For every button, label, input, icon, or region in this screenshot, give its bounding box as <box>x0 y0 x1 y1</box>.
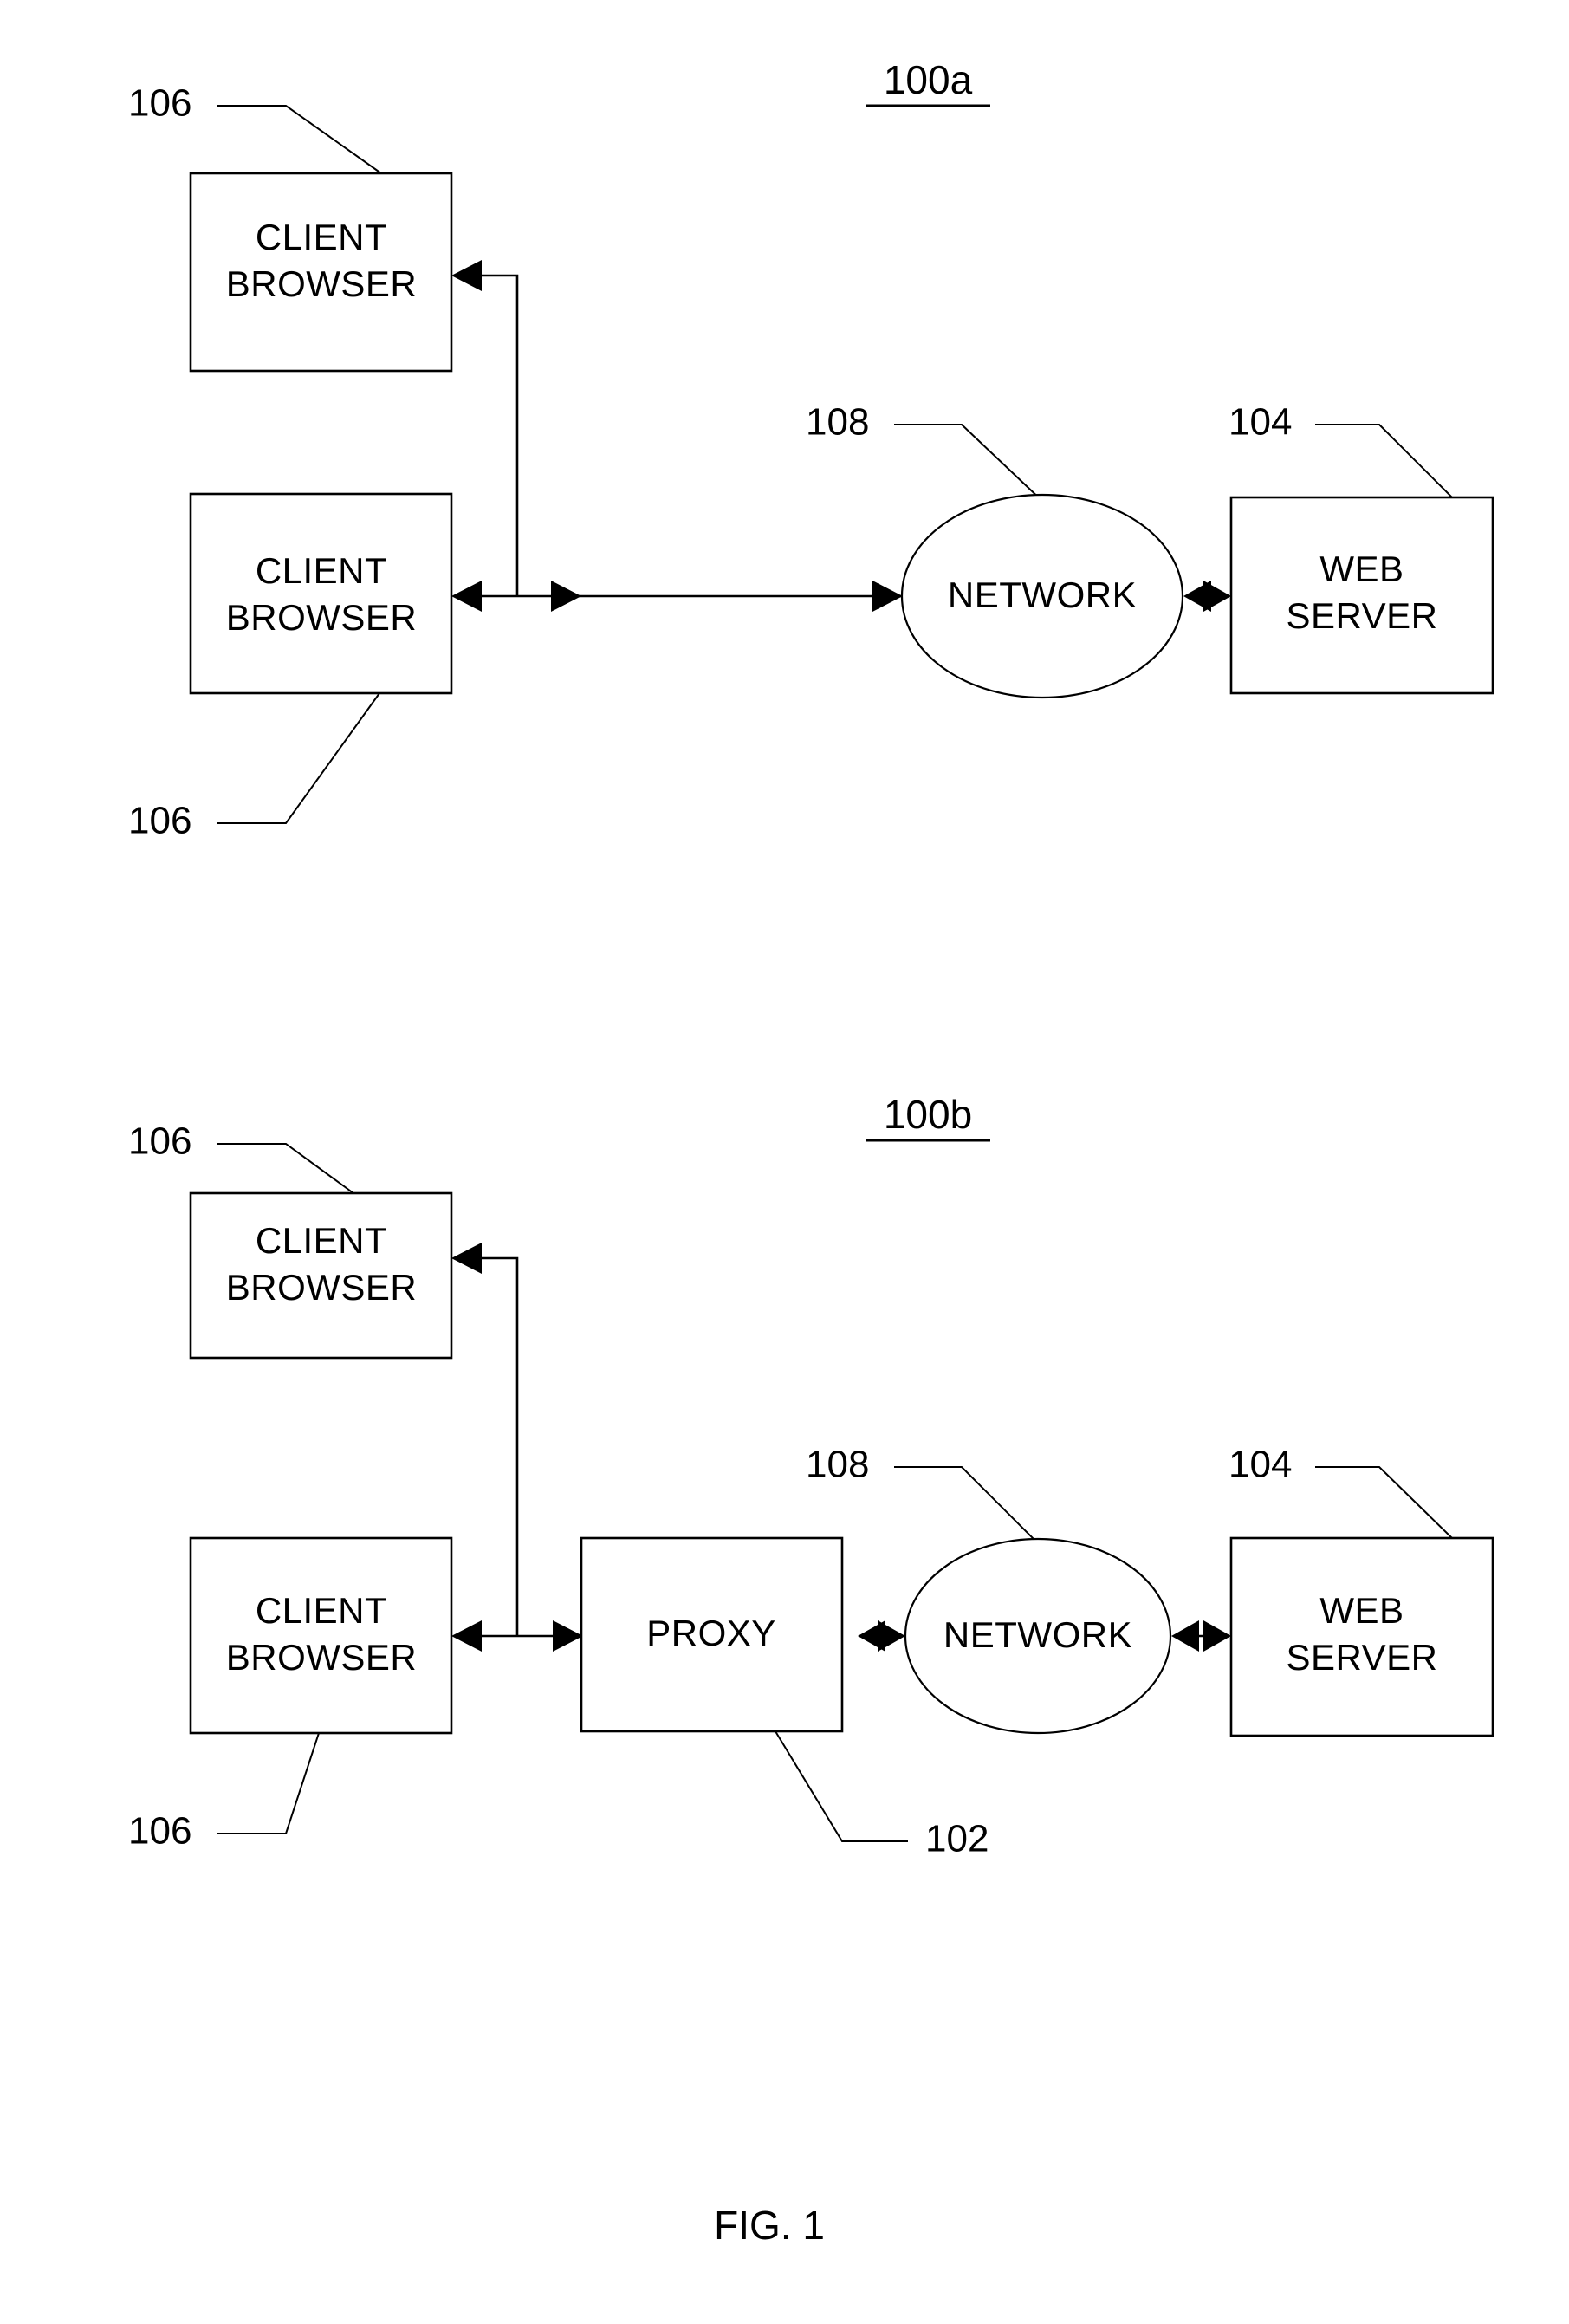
ref-numeral-106-bottom-a: 106 <box>128 800 191 842</box>
leader-line-102-b <box>775 1730 908 1842</box>
node-client-browser-top-b-line2: BROWSER <box>226 1267 418 1308</box>
arrowhead-to-webserver-a <box>1203 581 1231 612</box>
ref-numeral-108-b: 108 <box>806 1444 869 1486</box>
ref-numeral-108-a: 108 <box>806 401 869 444</box>
node-web-server-b-line2: SERVER <box>1287 1637 1438 1678</box>
diagram-title-100a: 100a <box>884 57 973 102</box>
node-client-browser-bottom-b-line1: CLIENT <box>256 1590 387 1631</box>
diagram-100b: 100b 106 CLIENT BROWSER CLIENT BROWSER 1… <box>128 1092 1494 1860</box>
leader-line-106-bottom-b <box>217 1732 320 1834</box>
arrowhead-to-proxy-b <box>553 1620 583 1652</box>
leader-line-106-top-a <box>217 105 382 174</box>
patent-figure: 100a 106 CLIENT BROWSER CLIENT BROWSER 1… <box>0 0 1569 2324</box>
figure-caption: FIG. 1 <box>714 2203 825 2248</box>
arrowhead-to-network-b <box>878 1620 905 1652</box>
arrowhead-to-webserver-b <box>1203 1620 1231 1652</box>
arrowhead-to-client-bottom-a <box>451 581 482 612</box>
arrowhead-to-client-bottom-b <box>451 1620 482 1652</box>
node-client-browser-bottom-a <box>189 492 453 695</box>
leader-line-104-a <box>1315 424 1453 498</box>
leader-line-108-a <box>894 424 1045 503</box>
node-client-browser-bottom-a-line1: CLIENT <box>256 550 387 591</box>
diagram-title-100b: 100b <box>884 1092 972 1137</box>
node-network-b-label: NETWORK <box>943 1614 1132 1655</box>
ref-numeral-102-b: 102 <box>925 1818 989 1860</box>
node-network-a-label: NETWORK <box>948 575 1137 615</box>
leader-line-108-b <box>894 1466 1041 1546</box>
arrowhead-to-network-right-b <box>1171 1620 1199 1652</box>
figure-canvas: 100a 106 CLIENT BROWSER CLIENT BROWSER 1… <box>128 57 1494 2248</box>
connector-vertical-a <box>478 274 519 596</box>
arrowhead-to-client-top-a <box>451 260 482 291</box>
node-client-browser-bottom-a-line2: BROWSER <box>226 597 418 638</box>
node-web-server-b-line1: WEB <box>1319 1590 1404 1631</box>
node-client-browser-top-b-line1: CLIENT <box>256 1220 387 1261</box>
arrowhead-to-network-a <box>872 581 903 612</box>
diagram-100a: 100a 106 CLIENT BROWSER CLIENT BROWSER 1… <box>128 57 1494 842</box>
node-client-browser-top-a-line1: CLIENT <box>256 217 387 257</box>
node-client-browser-bottom-b <box>189 1536 453 1735</box>
ref-numeral-104-a: 104 <box>1229 401 1292 444</box>
node-web-server-a-line1: WEB <box>1319 549 1404 589</box>
ref-numeral-106-bottom-b: 106 <box>128 1810 191 1853</box>
leader-line-106-bottom-a <box>217 692 380 824</box>
ref-numeral-106-top-a: 106 <box>128 82 191 125</box>
node-web-server-a-line2: SERVER <box>1287 595 1438 636</box>
node-client-browser-bottom-b-line2: BROWSER <box>226 1637 418 1678</box>
leader-line-106-top-b <box>217 1143 354 1194</box>
arrowhead-outbound-a <box>551 581 581 612</box>
node-client-browser-top-a-line2: BROWSER <box>226 263 418 304</box>
ref-numeral-106-top-b: 106 <box>128 1120 191 1163</box>
leader-line-104-b <box>1315 1466 1453 1539</box>
node-proxy-b-label: PROXY <box>646 1613 776 1653</box>
connector-vertical-b <box>478 1256 519 1636</box>
arrowhead-to-client-top-b <box>451 1243 482 1274</box>
ref-numeral-104-b: 104 <box>1229 1444 1292 1486</box>
